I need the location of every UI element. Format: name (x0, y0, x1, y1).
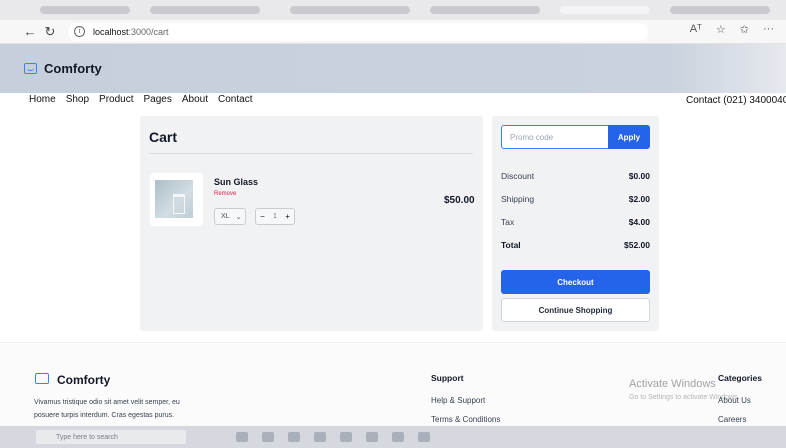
browser-tab-strip (0, 0, 786, 20)
shipping-label: Shipping (501, 194, 535, 204)
url-field[interactable]: i localhost:3000/cart (68, 22, 648, 41)
taskbar-app-icon[interactable] (340, 432, 352, 442)
brand-name[interactable]: Comforty (44, 61, 102, 76)
footer-description-line: Vivamus tristique odio sit amet velit se… (34, 399, 180, 406)
site-footer: Comforty Vivamus tristique odio sit amet… (0, 342, 786, 426)
read-aloud-icon[interactable]: Aᵀ (690, 23, 702, 36)
taskbar-app-icon[interactable] (366, 432, 378, 442)
shipping-value: $2.00 (628, 194, 650, 204)
divider (149, 153, 473, 154)
url-host: localhost (93, 26, 129, 37)
url-path: :3000/cart (128, 26, 169, 37)
product-thumbnail[interactable] (150, 173, 203, 226)
summary-row-shipping: Shipping $2.00 (501, 194, 650, 204)
chevron-down-icon: ⌄ (235, 213, 242, 221)
more-menu-icon[interactable]: ··· (763, 23, 774, 36)
taskbar-search-field[interactable]: Type here to search (36, 430, 186, 444)
continue-shopping-button[interactable]: Continue Shopping (501, 298, 650, 322)
nav-contact-link[interactable]: Contact (218, 94, 252, 105)
increment-button[interactable]: + (285, 212, 290, 221)
footer-link-help[interactable]: Help & Support (431, 396, 485, 405)
quantity-value: 1 (273, 213, 277, 220)
blurred-tab[interactable] (40, 6, 130, 14)
footer-link-careers[interactable]: Careers (718, 415, 746, 424)
contact-phone: Contact (021) 3400040 (686, 95, 786, 106)
nav-about-link[interactable]: About (182, 94, 208, 105)
site-header: Comforty (0, 44, 786, 93)
blurred-tab[interactable] (290, 6, 410, 14)
size-value: XL (221, 213, 230, 220)
taskbar-app-icon[interactable] (288, 432, 300, 442)
taskbar-app-icon[interactable] (392, 432, 404, 442)
promo-code-input[interactable] (501, 125, 609, 149)
blurred-tab[interactable] (670, 6, 770, 14)
windows-activation-watermark: Activate Windows (629, 378, 716, 390)
footer-link-terms[interactable]: Terms & Conditions (431, 415, 500, 424)
summary-row-total: Total $52.00 (501, 240, 650, 250)
apply-promo-button[interactable]: Apply (608, 125, 650, 149)
nav-pages-link[interactable]: Pages (144, 94, 172, 105)
back-icon[interactable]: ← (20, 22, 40, 42)
nav-product-link[interactable]: Product (99, 94, 133, 105)
summary-row-discount: Discount $0.00 (501, 171, 650, 181)
browser-address-bar: ← ↻ i localhost:3000/cart Aᵀ ☆ ✩ ··· (0, 20, 786, 44)
taskbar-app-icon[interactable] (262, 432, 274, 442)
discount-label: Discount (501, 171, 535, 181)
decrement-button[interactable]: − (260, 212, 265, 221)
tax-label: Tax (501, 217, 515, 227)
quantity-stepper: − 1 + (255, 208, 295, 225)
cart-title: Cart (149, 129, 178, 145)
site-info-icon[interactable]: i (74, 26, 85, 37)
os-taskbar: Type here to search (0, 426, 786, 448)
tax-value: $4.00 (628, 217, 650, 227)
footer-logo-icon[interactable] (35, 373, 49, 384)
favorite-star-icon[interactable]: ☆ (716, 23, 726, 36)
nav-home-link[interactable]: Home (29, 94, 56, 105)
blurred-tab[interactable] (430, 6, 540, 14)
logo-icon[interactable] (24, 63, 37, 74)
total-label: Total (501, 240, 521, 250)
chair-shape (173, 194, 185, 214)
footer-categories-heading: Categories (718, 373, 762, 383)
total-value: $52.00 (624, 240, 650, 250)
collections-icon[interactable]: ✩ (740, 23, 749, 36)
footer-support-heading: Support (431, 373, 464, 383)
remove-item-link[interactable]: Remove (214, 191, 236, 197)
discount-value: $0.00 (628, 171, 650, 181)
footer-description-line: posuere turpis interdum. Cras egestas pu… (34, 412, 175, 419)
checkout-button[interactable]: Checkout (501, 270, 650, 294)
cart-panel: Cart Sun Glass Remove XL ⌄ − 1 + $50.00 (140, 116, 483, 331)
taskbar-app-icon[interactable] (236, 432, 248, 442)
taskbar-app-icon[interactable] (418, 432, 430, 442)
footer-brand[interactable]: Comforty (57, 373, 110, 387)
active-tab[interactable] (560, 6, 650, 14)
summary-row-tax: Tax $4.00 (501, 217, 650, 227)
main-nav: Home Shop Product Pages About Contact Co… (0, 93, 786, 108)
nav-shop-link[interactable]: Shop (66, 94, 89, 105)
product-name[interactable]: Sun Glass (214, 177, 258, 187)
taskbar-icons (236, 432, 430, 442)
browser-toolbar: Aᵀ ☆ ✩ ··· (690, 23, 774, 36)
order-summary-panel: Apply Discount $0.00 Shipping $2.00 Tax … (492, 116, 659, 331)
refresh-icon[interactable]: ↻ (40, 22, 60, 42)
product-image (155, 180, 193, 218)
footer-link-about[interactable]: About Us (718, 396, 751, 405)
taskbar-app-icon[interactable] (314, 432, 326, 442)
item-price: $50.00 (444, 195, 475, 206)
blurred-tab[interactable] (150, 6, 260, 14)
size-select[interactable]: XL ⌄ (214, 208, 246, 225)
